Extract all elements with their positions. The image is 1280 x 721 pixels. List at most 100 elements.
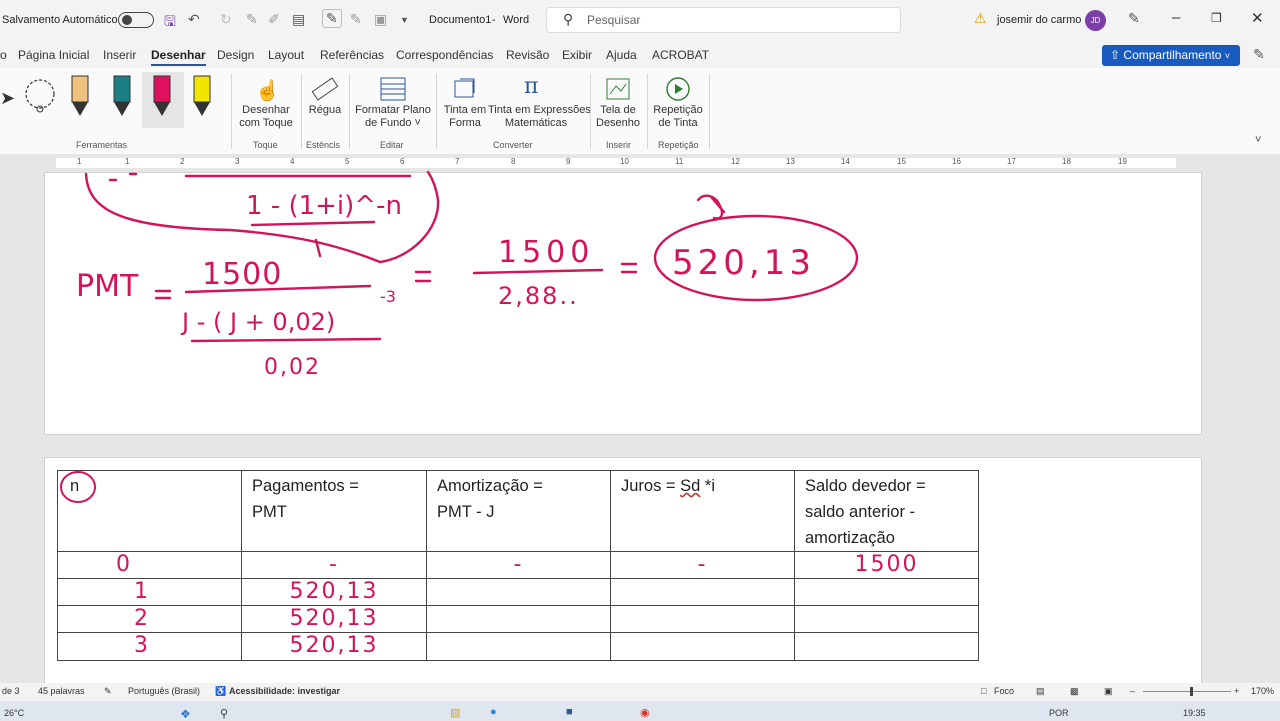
tab-references[interactable]: Referências	[320, 48, 384, 62]
user-name[interactable]: josemir do carmo	[997, 14, 1081, 26]
search-box[interactable]: ⚲ Pesquisar	[546, 7, 901, 33]
language[interactable]: Português (Brasil)	[128, 686, 200, 696]
collapse-ribbon-icon[interactable]: ˅	[1255, 134, 1261, 146]
undo-icon[interactable]: ↶	[188, 11, 200, 28]
eraser-icon[interactable]: ✎	[350, 11, 362, 28]
cell-saldo[interactable]	[794, 605, 979, 633]
weather-temp[interactable]: 26°C	[4, 708, 24, 718]
tab-view[interactable]: Exibir	[562, 48, 592, 62]
lasso-select-icon[interactable]	[22, 78, 58, 114]
cell-pmt[interactable]: 520,13	[241, 632, 427, 661]
avatar[interactable]: JD	[1085, 10, 1106, 31]
background-button[interactable]: Formatar Plano de Fundo ˅	[354, 104, 432, 130]
taskbar-search-icon[interactable]: ⚲	[220, 707, 228, 720]
tab-acrobat[interactable]: ACROBAT	[652, 48, 709, 62]
web-layout-icon[interactable]: ▣	[1104, 686, 1113, 697]
cell-saldo[interactable]	[794, 578, 979, 606]
cell-juros[interactable]	[610, 605, 795, 633]
ink-shape-line2: Forma	[449, 117, 481, 129]
cell-n[interactable]: 3	[57, 632, 242, 661]
tab-mailings[interactable]: Correspondências	[396, 48, 493, 62]
drawing-canvas-button[interactable]: Tela de Desenho	[596, 104, 640, 130]
tab-layout[interactable]: Layout	[268, 48, 304, 62]
keyboard-language[interactable]: POR	[1049, 708, 1069, 718]
pen-1-icon[interactable]	[71, 75, 89, 116]
ruler-button[interactable]: Régua	[306, 104, 344, 117]
focus-button[interactable]: Foco	[994, 686, 1014, 696]
cell-pmt[interactable]: 520,13	[241, 578, 427, 606]
comments-icon[interactable]: ✎	[1253, 46, 1265, 63]
pen-4-icon[interactable]	[193, 75, 211, 116]
horizontal-ruler[interactable]: 1 1 2 3 4 5 6 7 8 9 10 11 12 13 14 15 16 17 18 19	[0, 154, 1280, 172]
zoom-level[interactable]: 170%	[1251, 686, 1274, 696]
lasso-icon[interactable]: ▣	[374, 11, 387, 28]
autosave-toggle[interactable]	[118, 12, 154, 28]
redo-icon[interactable]: ↻	[220, 11, 232, 28]
cell-juros[interactable]	[610, 578, 795, 606]
word-count[interactable]: 45 palavras	[38, 686, 85, 696]
header-saldo[interactable]: Saldo devedor = saldo anterior - amortiz…	[794, 470, 979, 552]
designer-pen-icon[interactable]: ✎	[1128, 10, 1140, 27]
cell-n[interactable]: 1	[57, 578, 242, 606]
ink-replay-button[interactable]: Repetição de Tinta	[652, 104, 704, 130]
customize-toolbar-icon[interactable]: ▼	[400, 15, 409, 25]
cell-saldo[interactable]: 1500	[794, 551, 979, 579]
ink-math-button[interactable]: Tinta em Expressões Matemáticas	[488, 104, 591, 130]
print-layout-icon[interactable]: ▩	[1070, 686, 1079, 697]
pen-icon[interactable]: ✎	[246, 11, 258, 28]
accessibility-status[interactable]: Acessibilidade: investigar	[229, 686, 340, 696]
minimize-icon[interactable]: –	[1172, 9, 1180, 26]
zoom-slider[interactable]	[1143, 691, 1231, 692]
cell-juros[interactable]	[610, 632, 795, 661]
close-icon[interactable]: ✕	[1251, 9, 1264, 27]
cell-n[interactable]: 2	[57, 605, 242, 633]
tab-insert[interactable]: Inserir	[103, 48, 136, 62]
highlighter-set-icon[interactable]: ▤	[292, 11, 305, 28]
tab-draw[interactable]: Desenhar	[151, 48, 206, 66]
header-pmt[interactable]: Pagamentos = PMT	[241, 470, 427, 552]
header-juros[interactable]: Juros = Sd *i	[610, 470, 795, 552]
cell-pmt[interactable]: 520,13	[241, 605, 427, 633]
chrome-icon[interactable]: ◉	[640, 706, 650, 719]
read-mode-icon[interactable]: ▤	[1036, 686, 1045, 697]
restore-icon[interactable]: ❐	[1211, 11, 1222, 25]
spelling-icon[interactable]: ✎	[104, 686, 112, 697]
page-count[interactable]: de 3	[2, 686, 20, 696]
document-page-1[interactable]	[44, 172, 1202, 435]
replay-line1: Repetição	[653, 104, 703, 116]
cell-n[interactable]: 0	[57, 551, 242, 579]
file-explorer-icon[interactable]: ▧	[450, 706, 460, 719]
save-icon[interactable]: 🖫	[164, 11, 176, 35]
tab-design[interactable]: Design	[217, 48, 254, 62]
cell-juros[interactable]: -	[610, 551, 795, 579]
ink-shape-button[interactable]: Tinta em Forma	[442, 104, 488, 130]
draw-pen-icon[interactable]: ✎	[322, 9, 342, 28]
tab-home[interactable]: Página Inicial	[18, 48, 89, 62]
warning-icon[interactable]: ⚠	[974, 10, 987, 27]
draw-touch-button[interactable]: Desenhar com Toque	[238, 104, 294, 130]
cell-amort[interactable]: -	[426, 551, 611, 579]
cell-amort[interactable]	[426, 578, 611, 606]
start-icon[interactable]: ❖	[180, 707, 191, 721]
tab-help[interactable]: Ajuda	[606, 48, 637, 62]
header-n[interactable]: n	[57, 470, 242, 552]
header-amort[interactable]: Amortização = PMT - J	[426, 470, 611, 552]
format-painter-icon[interactable]: ✐	[268, 11, 280, 28]
cell-amort[interactable]	[426, 605, 611, 633]
pen-2-icon[interactable]	[113, 75, 131, 116]
clock-time[interactable]: 19:35	[1183, 708, 1206, 718]
cell-pmt[interactable]: -	[241, 551, 427, 579]
cell-amort[interactable]	[426, 632, 611, 661]
tab-file[interactable]: o	[0, 48, 7, 62]
cell-pmt-value: 520,13	[289, 606, 379, 631]
ink-math-icon: π	[524, 74, 539, 99]
share-button[interactable]: ⇧ Compartilhamento ˅	[1102, 45, 1240, 66]
zoom-slider-thumb[interactable]	[1190, 687, 1193, 696]
zoom-out-icon[interactable]: –	[1130, 686, 1135, 696]
select-cursor-icon[interactable]: ➤	[0, 88, 15, 109]
tab-review[interactable]: Revisão	[506, 48, 549, 62]
edge-icon[interactable]: ●	[490, 706, 497, 718]
word-taskbar-icon[interactable]: ■	[566, 706, 573, 718]
cell-saldo[interactable]	[794, 632, 979, 661]
zoom-in-icon[interactable]: +	[1234, 686, 1239, 696]
